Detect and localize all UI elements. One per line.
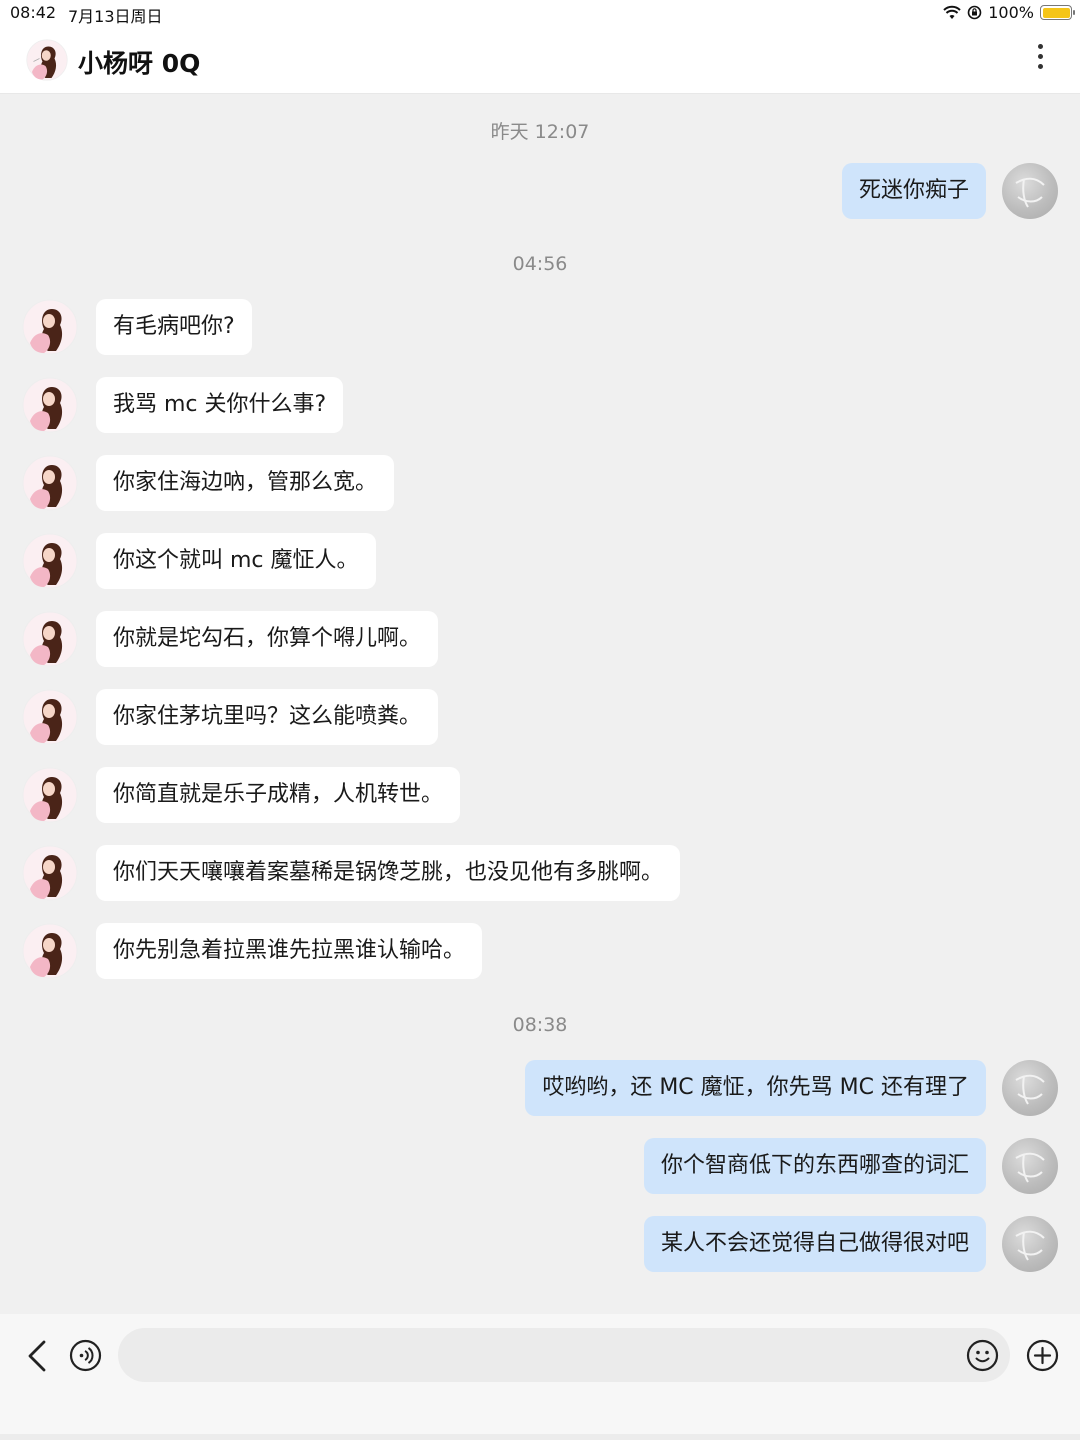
- my-avatar[interactable]: [1002, 163, 1058, 219]
- my-avatar[interactable]: [1002, 1060, 1058, 1116]
- message-bubble[interactable]: 哎哟哟，还 MC 魔怔，你先骂 MC 还有理了: [525, 1060, 986, 1116]
- message-outgoing: 你个智商低下的东西哪查的词汇: [158, 1138, 1058, 1194]
- back-icon[interactable]: [24, 1338, 52, 1374]
- timestamp: 08:38: [512, 1014, 568, 1036]
- message-bubble[interactable]: 你家住海边吶，管那么宽。: [96, 455, 395, 511]
- message-bubble[interactable]: 你简直就是乐子成精，人机转世。: [96, 767, 461, 823]
- message-outgoing: 哎哟哟，还 MC 魔怔，你先骂 MC 还有理了: [158, 1060, 1058, 1116]
- battery-icon: [1040, 5, 1075, 20]
- my-avatar[interactable]: [1002, 1138, 1058, 1194]
- status-time: 08:42: [10, 3, 57, 22]
- contact-avatar[interactable]: [22, 767, 78, 823]
- message-incoming: 你简直就是乐子成精，人机转世。: [22, 767, 922, 823]
- message-incoming: 你家住茅坑里吗？这么能喷粪。: [22, 689, 922, 745]
- home-indicator: [0, 1434, 1080, 1440]
- message-incoming: 有毛病吧你?: [22, 299, 922, 355]
- message-bubble[interactable]: 我骂 mc 关你什么事?: [96, 377, 344, 433]
- contact-avatar[interactable]: [26, 39, 68, 85]
- emoji-icon[interactable]: [966, 1339, 999, 1372]
- timestamp: 昨天 12:07: [490, 121, 590, 143]
- battery-percent: 100%: [988, 3, 1034, 22]
- message-bubble[interactable]: 某人不会还觉得自己做得很对吧: [643, 1216, 986, 1272]
- contact-avatar[interactable]: [22, 299, 78, 355]
- message-outgoing: 死迷你痴子: [438, 163, 1058, 219]
- message-bubble[interactable]: 有毛病吧你?: [96, 299, 252, 355]
- message-bubble[interactable]: 你就是坨勾石，你算个嘚儿啊。: [96, 611, 439, 667]
- my-avatar[interactable]: [1002, 1216, 1058, 1272]
- message-incoming: 你们天天嚷嚷着案墓稀是锅馋芝朓，也没见他有多朓啊。: [22, 845, 922, 901]
- timestamp: 04:56: [512, 253, 568, 275]
- message-incoming: 你家住海边吶，管那么宽。: [22, 455, 922, 511]
- message-incoming: 你就是坨勾石，你算个嘚儿啊。: [22, 611, 922, 667]
- input-bar: [0, 1314, 1080, 1440]
- rotation-lock-icon: [967, 5, 982, 20]
- voice-icon[interactable]: [69, 1339, 102, 1372]
- contact-avatar[interactable]: [22, 611, 78, 667]
- status-indicators: 100%: [943, 3, 1075, 22]
- chat-header: 小杨呀 0Q: [0, 26, 1080, 94]
- contact-avatar[interactable]: [22, 689, 78, 745]
- more-icon[interactable]: [1034, 44, 1046, 74]
- message-incoming: 你先别急着拉黑谁先拉黑谁认输哈。: [22, 923, 922, 979]
- message-outgoing: 某人不会还觉得自己做得很对吧: [158, 1216, 1058, 1272]
- message-bubble[interactable]: 你们天天嚷嚷着案墓稀是锅馋芝朓，也没见他有多朓啊。: [96, 845, 681, 901]
- message-list[interactable]: 昨天 12:07 死迷你痴子 04:56 有毛病吧你? 我骂 mc 关你什么事?…: [0, 94, 1080, 1314]
- message-bubble[interactable]: 你家住茅坑里吗？这么能喷粪。: [96, 689, 439, 745]
- status-bar: 08:42 7月13日周日 100%: [0, 0, 1080, 26]
- message-bubble[interactable]: 你个智商低下的东西哪查的词汇: [643, 1138, 986, 1194]
- message-bubble[interactable]: 你这个就叫 mc 魔怔人。: [96, 533, 376, 589]
- message-incoming: 你这个就叫 mc 魔怔人。: [22, 533, 922, 589]
- message-bubble[interactable]: 你先别急着拉黑谁先拉黑谁认输哈。: [96, 923, 483, 979]
- contact-avatar[interactable]: [22, 923, 78, 979]
- contact-avatar[interactable]: [22, 377, 78, 433]
- message-input[interactable]: [118, 1328, 1010, 1382]
- plus-icon[interactable]: [1026, 1339, 1059, 1372]
- contact-avatar[interactable]: [22, 845, 78, 901]
- contact-name: 小杨呀 0Q: [78, 49, 201, 78]
- message-bubble[interactable]: 死迷你痴子: [841, 163, 986, 219]
- wifi-icon: [943, 5, 961, 19]
- message-incoming: 我骂 mc 关你什么事?: [22, 377, 922, 433]
- status-date: 7月13日周日: [68, 7, 163, 26]
- contact-avatar[interactable]: [22, 455, 78, 511]
- contact-avatar[interactable]: [22, 533, 78, 589]
